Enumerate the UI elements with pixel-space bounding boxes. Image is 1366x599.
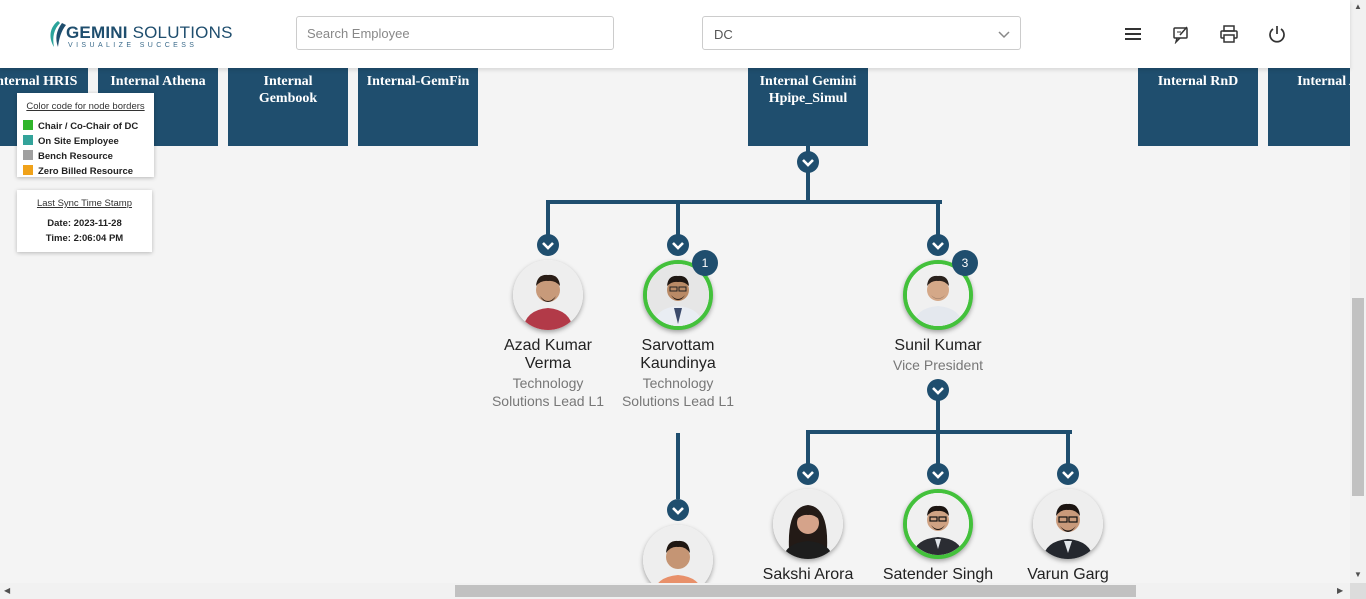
chevron-down-icon [932, 471, 944, 479]
expand-button[interactable] [927, 379, 949, 401]
expand-button[interactable] [927, 234, 949, 256]
connector-line [1066, 430, 1070, 466]
department-select[interactable]: DC [702, 16, 1021, 50]
employee-name[interactable]: Sunil Kumar [868, 337, 1008, 355]
expand-button[interactable] [667, 499, 689, 521]
expand-button[interactable] [667, 234, 689, 256]
vertical-scrollbar[interactable]: ▲ ▼ [1350, 0, 1366, 583]
sync-date: Date: 2023-11-28 [47, 218, 122, 229]
logo-brand: GEMINI SOLUTIONS [66, 23, 233, 42]
avatar-satender-singh[interactable] [903, 489, 973, 559]
legend-item: On Site Employee [23, 135, 119, 147]
expand-button[interactable] [797, 151, 819, 173]
sync-time: Time: 2:06:04 PM [45, 233, 124, 244]
scroll-left-arrow-icon[interactable]: ◀ [4, 586, 10, 595]
legend-swatch [23, 165, 33, 175]
print-icon[interactable] [1219, 24, 1239, 44]
scroll-right-arrow-icon[interactable]: ▶ [1337, 586, 1343, 595]
expand-button[interactable] [797, 463, 819, 485]
legend-item: Bench Resource [23, 150, 113, 162]
legend-swatch [23, 150, 33, 160]
chevron-down-icon [1062, 471, 1074, 479]
person-photo-icon [773, 489, 843, 559]
expand-button[interactable] [1057, 463, 1079, 485]
employee-name[interactable]: Varun Garg [998, 566, 1138, 584]
person-photo-icon [513, 260, 583, 330]
employee-name[interactable]: Sarvottam Kaundinya [608, 337, 748, 373]
avatar-sakshi-arora[interactable] [773, 489, 843, 559]
legend-swatch [23, 135, 33, 145]
connector-line [936, 200, 940, 236]
expand-button[interactable] [537, 234, 559, 256]
chevron-down-icon [802, 471, 814, 479]
project-tile-internal-gembook[interactable]: Internal Gembook [228, 68, 348, 146]
connector-line [676, 433, 680, 499]
sync-timestamp-panel: Last Sync Time Stamp Date: 2023-11-28 Ti… [17, 190, 152, 252]
menu-icon[interactable] [1123, 24, 1143, 44]
chevron-down-icon [672, 242, 684, 250]
employee-name[interactable]: Satender Singh [868, 566, 1008, 584]
chevron-down-icon [932, 387, 944, 395]
power-icon[interactable] [1267, 24, 1287, 44]
project-tile-internal-gemfin[interactable]: Internal-GemFin [358, 68, 478, 146]
employee-name[interactable]: Sakshi Arora [738, 566, 878, 584]
feedback-icon[interactable] [1171, 24, 1191, 45]
chevron-down-icon [542, 242, 554, 250]
company-logo[interactable]: GEMINI SOLUTIONS VISUALIZE SUCCESS [46, 16, 232, 52]
department-selected-value: DC [714, 27, 733, 42]
avatar-varun-garg[interactable] [1033, 489, 1103, 559]
expand-button[interactable] [927, 463, 949, 485]
chevron-down-icon [932, 242, 944, 250]
scrollbar-corner [1350, 583, 1366, 599]
reports-count-badge: 3 [952, 250, 978, 276]
leaf-logo-icon [50, 21, 66, 47]
avatar-azad-kumar-verma[interactable] [513, 260, 583, 330]
connector-line [806, 430, 810, 466]
vertical-scroll-thumb[interactable] [1352, 298, 1364, 496]
project-tile-internal-gemini-hpipe[interactable]: Internal Gemini Hpipe_Simul [748, 68, 868, 146]
employee-title: Technology Solutions Lead L1 [491, 375, 605, 409]
person-photo-icon [907, 493, 969, 555]
legend-item: Zero Billed Resource [23, 165, 133, 177]
connector-line [546, 200, 942, 204]
scroll-down-arrow-icon[interactable]: ▼ [1354, 570, 1362, 579]
employee-name[interactable]: Azad Kumar Verma [478, 337, 618, 373]
logo-tagline: VISUALIZE SUCCESS [68, 42, 198, 49]
reports-count-badge: 1 [692, 250, 718, 276]
connector-line [676, 200, 680, 236]
connector-line [936, 398, 940, 434]
app-header: GEMINI SOLUTIONS VISUALIZE SUCCESS DC [0, 0, 1350, 68]
connector-line [546, 200, 550, 236]
legend-panel: Color code for node borders Chair / Co-C… [17, 93, 154, 177]
legend-swatch [23, 120, 33, 130]
employee-title: Vice President [892, 357, 983, 373]
project-tile-internal-rnd[interactable]: Internal RnD [1138, 68, 1258, 146]
chevron-down-icon [998, 31, 1010, 39]
legend-title: Color code for node borders [26, 101, 145, 112]
scroll-up-arrow-icon[interactable]: ▲ [1354, 2, 1362, 11]
legend-item: Chair / Co-Chair of DC [23, 120, 138, 132]
chevron-down-icon [802, 159, 814, 167]
search-employee-input[interactable] [296, 16, 614, 50]
chevron-down-icon [672, 507, 684, 515]
person-photo-icon [1033, 489, 1103, 559]
employee-title: Technology Solutions Lead L1 [621, 375, 735, 409]
horizontal-scrollbar[interactable]: ◀ ▶ [0, 583, 1350, 599]
horizontal-scroll-thumb[interactable] [455, 585, 1136, 597]
connector-line [936, 430, 940, 466]
sync-title: Last Sync Time Stamp [36, 198, 133, 209]
